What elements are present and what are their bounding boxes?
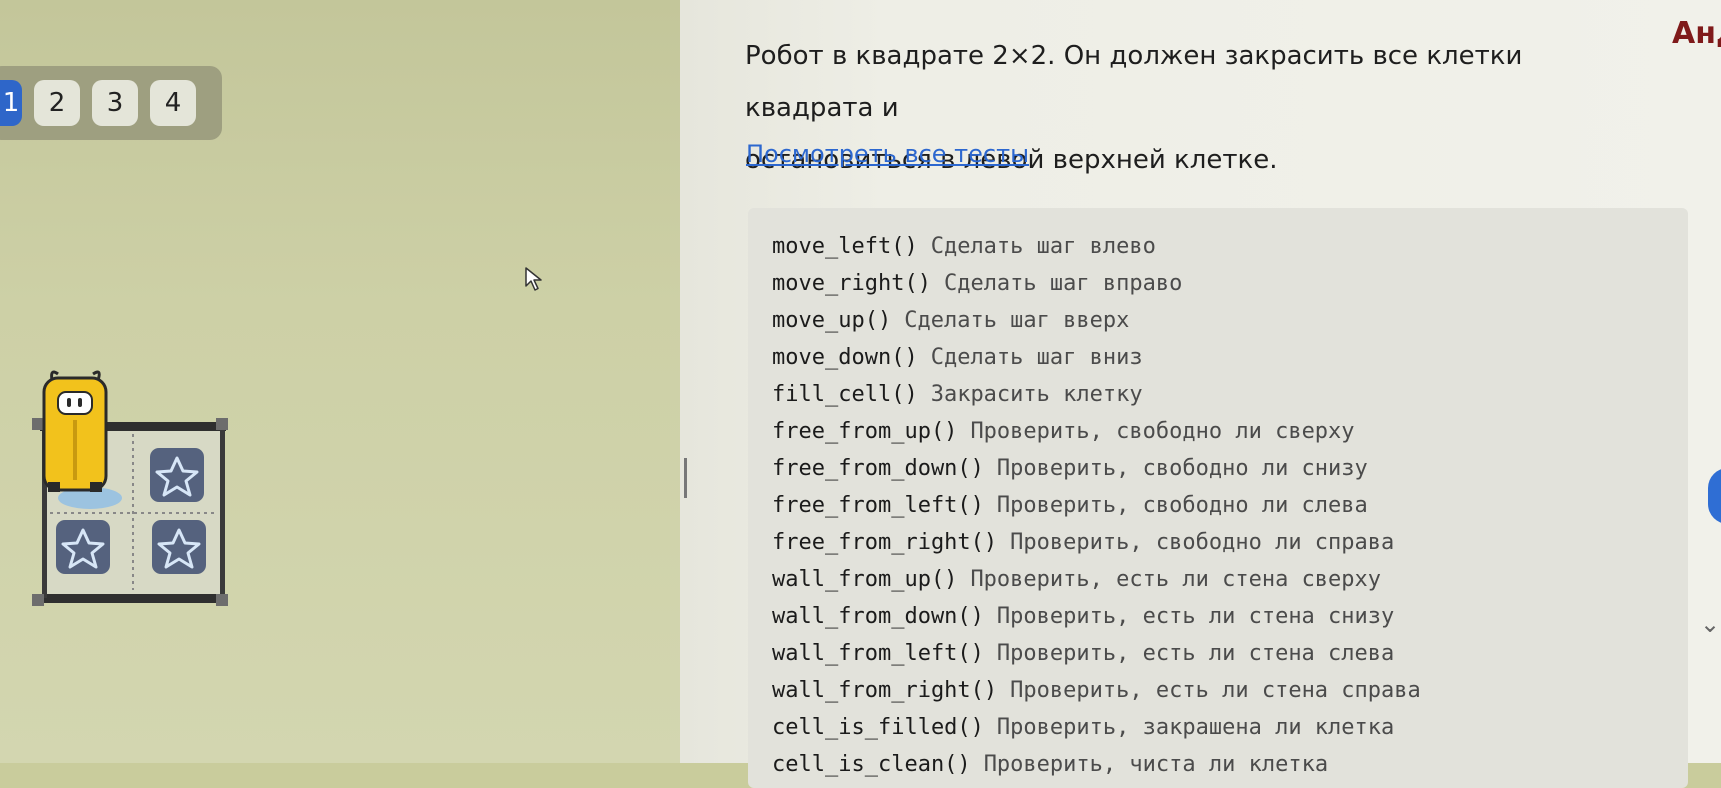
- tab-3[interactable]: 3: [92, 80, 138, 126]
- tab-2[interactable]: 2: [34, 80, 80, 126]
- api-item: free_from_down() Проверить, свободно ли с…: [772, 450, 1421, 487]
- api-description: Проверить, есть ли стена справа: [1010, 678, 1421, 703]
- api-description: Сделать шаг влево: [930, 234, 1156, 259]
- panel-resize-handle[interactable]: [684, 458, 687, 498]
- api-description: Сделать шаг вправо: [943, 271, 1183, 296]
- api-description: Проверить, свободно ли справа: [1010, 530, 1395, 555]
- api-description: Проверить, закрашена ли клетка: [996, 715, 1395, 740]
- robot-icon: [42, 370, 108, 492]
- star-cell-top-right: [150, 448, 204, 502]
- test-tabs: 1 2 3 4: [0, 66, 222, 140]
- api-item: move_down() Сделать шаг вниз: [772, 339, 1421, 376]
- api-function: cell_is_clean(): [772, 752, 971, 777]
- wall-bottom: [40, 594, 226, 603]
- task-line-1: Робот в квадрате 2×2. Он должен закрасит…: [745, 41, 1523, 123]
- api-function: wall_from_down(): [772, 604, 984, 629]
- api-item: wall_from_down() Проверить, есть ли стена…: [772, 598, 1421, 635]
- api-item: cell_is_filled() Проверить, закрашена ли …: [772, 709, 1421, 746]
- api-description: Проверить, чиста ли клетка: [983, 752, 1329, 777]
- api-item: wall_from_left() Проверить, есть ли стена…: [772, 635, 1421, 672]
- api-description: Проверить, свободно ли сверху: [970, 419, 1355, 444]
- api-function: wall_from_up(): [772, 567, 958, 592]
- api-function: free_from_left(): [772, 493, 984, 518]
- user-name[interactable]: Анд: [1672, 16, 1721, 51]
- api-function: move_left(): [772, 234, 918, 259]
- star-cell-bottom-left: [56, 520, 110, 574]
- api-description: Проверить, есть ли стена слева: [996, 641, 1395, 666]
- api-description: Проверить, свободно ли слева: [996, 493, 1368, 518]
- api-description: Сделать шаг вниз: [930, 345, 1143, 370]
- view-all-tests-link[interactable]: Посмотреть все тесты: [746, 140, 1029, 168]
- api-description: Проверить, свободно ли снизу: [996, 456, 1368, 481]
- api-item: move_left() Сделать шаг влево: [772, 228, 1421, 265]
- api-function: wall_from_left(): [772, 641, 984, 666]
- api-function: fill_cell(): [772, 382, 918, 407]
- api-item: wall_from_up() Проверить, есть ли стена с…: [772, 561, 1421, 598]
- api-function: wall_from_right(): [772, 678, 998, 703]
- api-item: wall_from_right() Проверить, есть ли стен…: [772, 672, 1421, 709]
- left-panel: 1 2 3 4: [0, 0, 680, 763]
- api-item: fill_cell() Закрасить клетку: [772, 376, 1421, 413]
- api-function: free_from_right(): [772, 530, 998, 555]
- api-item: move_right() Сделать шаг вправо: [772, 265, 1421, 302]
- api-function: move_up(): [772, 308, 892, 333]
- star-cell-bottom-right: [152, 520, 206, 574]
- api-function: cell_is_filled(): [772, 715, 984, 740]
- api-description: Проверить, есть ли стена сверху: [970, 567, 1382, 592]
- api-item: cell_is_clean() Проверить, чиста ли клетк…: [772, 746, 1421, 783]
- wall-right: [220, 428, 225, 598]
- api-item: free_from_left() Проверить, свободно ли с…: [772, 487, 1421, 524]
- api-list: move_left() Сделать шаг влево move_right(…: [772, 228, 1421, 783]
- api-function: free_from_down(): [772, 456, 984, 481]
- api-item: free_from_up() Проверить, свободно ли све…: [772, 413, 1421, 450]
- api-description: Сделать шаг вверх: [904, 308, 1130, 333]
- tab-1[interactable]: 1: [0, 80, 22, 126]
- robot-field: [28, 370, 238, 620]
- cursor-arrow-icon: [525, 267, 542, 291]
- api-item: free_from_right() Проверить, свободно ли …: [772, 524, 1421, 561]
- api-item: move_up() Сделать шаг вверх: [772, 302, 1421, 339]
- api-function: move_right(): [772, 271, 931, 296]
- tab-4[interactable]: 4: [150, 80, 196, 126]
- chevron-down-icon[interactable]: ⌄: [1700, 610, 1720, 638]
- api-function: free_from_up(): [772, 419, 958, 444]
- api-description: Закрасить клетку: [930, 382, 1143, 407]
- api-function: move_down(): [772, 345, 918, 370]
- api-description: Проверить, есть ли стена снизу: [996, 604, 1395, 629]
